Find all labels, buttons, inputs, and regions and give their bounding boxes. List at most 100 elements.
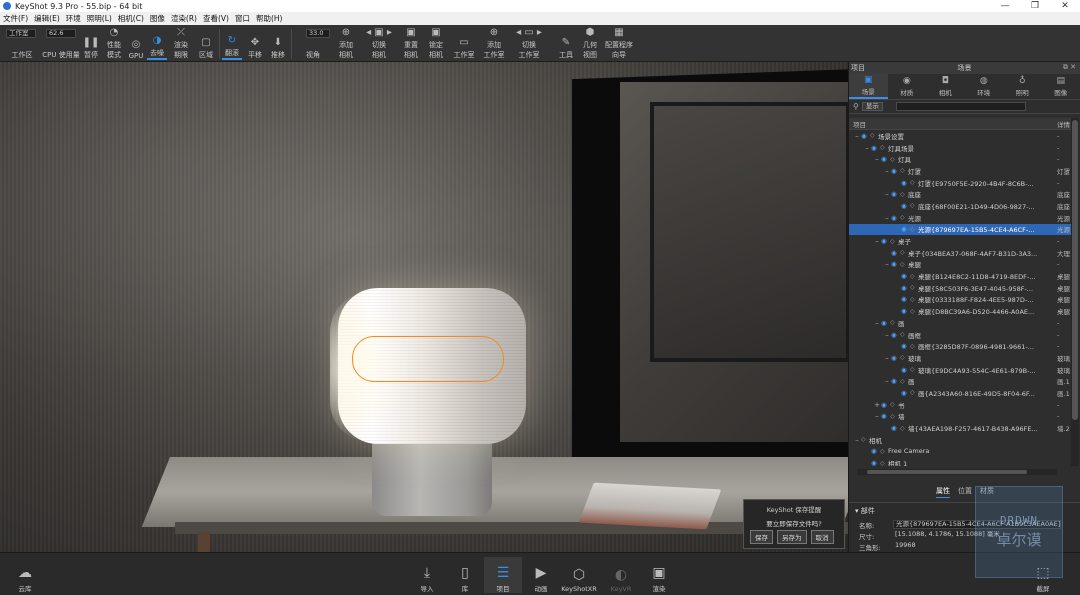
tree-row[interactable]: – ◉ ◇ 玻璃 玻璃: [849, 352, 1071, 364]
menu-window[interactable]: 窗口: [235, 13, 250, 24]
visibility-eye-icon[interactable]: ◉: [881, 319, 890, 327]
expand-toggle-icon[interactable]: –: [883, 167, 891, 175]
visibility-eye-icon[interactable]: ◉: [881, 237, 890, 245]
expand-toggle-icon[interactable]: –: [853, 132, 861, 140]
reset-camera-button[interactable]: ▣ 重置 相机: [400, 28, 422, 60]
import-button[interactable]: ⤓ 导入: [408, 557, 446, 593]
visibility-eye-icon[interactable]: ◉: [901, 307, 910, 315]
render-viewport[interactable]: KeyShot 保存提醒 要立即保存文件吗? 保存 另存为 取消: [0, 62, 848, 552]
performance-mode-button[interactable]: ◔ 性能 模式: [104, 28, 124, 60]
visibility-eye-icon[interactable]: ◉: [901, 342, 910, 350]
tumble-button[interactable]: ↻ 翻滚: [222, 28, 242, 60]
tree-row[interactable]: – ◉ ◇ 画框 -: [849, 329, 1071, 341]
visibility-eye-icon[interactable]: ◉: [891, 260, 900, 268]
expand-toggle-icon[interactable]: –: [883, 377, 891, 385]
tree-row[interactable]: ◉ ◇ 桌腿{58C503F6-3E47-4045-958F-... 桌腿: [849, 282, 1071, 294]
tab-position[interactable]: 位置: [958, 486, 972, 498]
dialog-save-as-button[interactable]: 另存为: [777, 530, 807, 544]
menu-render[interactable]: 渲染(R): [171, 13, 197, 24]
tree-row[interactable]: – ◉ ◇ 墙 -: [849, 411, 1071, 423]
lock-camera-button[interactable]: ▣ 锁定 相机: [425, 28, 447, 60]
visibility-eye-icon[interactable]: ◉: [861, 132, 870, 140]
visibility-eye-icon[interactable]: ◉: [881, 412, 890, 420]
visibility-eye-icon[interactable]: ◉: [891, 331, 900, 339]
tree-row[interactable]: + ◉ ◇ 书 -: [849, 399, 1071, 411]
tree-row[interactable]: ◉ ◇ 桌子{034BEA37-068F-4AF7-B31D-3A3... 大理: [849, 247, 1071, 259]
expand-toggle-icon[interactable]: –: [873, 155, 881, 163]
scroll-thumb[interactable]: [867, 470, 1027, 474]
lamp-base[interactable]: [372, 436, 492, 516]
region-button[interactable]: ▢ 区域: [196, 28, 216, 60]
visibility-eye-icon[interactable]: ◉: [901, 202, 910, 210]
menu-view[interactable]: 查看(V): [203, 13, 229, 24]
tree-row[interactable]: ◉ ◇ 玻璃{E9DC4A93-554C-4E61-879B-... 玻璃: [849, 364, 1071, 376]
expand-toggle-icon[interactable]: –: [883, 260, 891, 268]
expand-toggle-icon[interactable]: –: [883, 214, 891, 222]
denoise-button[interactable]: ◑ 去噪: [147, 28, 167, 60]
scroll-thumb[interactable]: [1072, 120, 1078, 420]
tree-row[interactable]: – ◉ ◇ 灯罩 灯罩: [849, 165, 1071, 177]
expand-toggle-icon[interactable]: –: [863, 144, 871, 152]
menu-file[interactable]: 文件(F): [3, 13, 28, 24]
dialog-save-button[interactable]: 保存: [750, 530, 773, 544]
tree-row[interactable]: ◉ ◇ 墙{43AEA198-F257-4617-B438-A96FE... 墙.2: [849, 422, 1071, 434]
tree-scrollbar-vertical[interactable]: [1071, 118, 1079, 466]
visibility-eye-icon[interactable]: ◉: [901, 179, 910, 187]
visibility-eye-icon[interactable]: ◉: [871, 459, 880, 466]
geometry-view-button[interactable]: ⬢ 几何 视图: [579, 28, 601, 60]
panel-close-icon[interactable]: ⧉ ✕: [1063, 63, 1076, 72]
library-button[interactable]: ▯ 库: [446, 557, 484, 593]
project-button[interactable]: ☰ 项目: [484, 557, 522, 593]
visibility-eye-icon[interactable]: ◉: [891, 424, 900, 432]
picture-inner-frame[interactable]: [650, 102, 848, 362]
tab-material[interactable]: ◉ 材质: [888, 74, 927, 99]
tree-row[interactable]: ◉ ◇ 桌腿{D8BC39A6-D520-4466-A0AE... 桌腿: [849, 305, 1071, 317]
tab-light[interactable]: ♁ 照明: [1003, 74, 1042, 99]
expand-toggle-icon[interactable]: –: [883, 354, 891, 362]
workspace-button[interactable]: 工作区: [8, 28, 36, 60]
tree-row[interactable]: – ◇ 相机: [849, 434, 1071, 446]
restore-button[interactable]: ❐: [1020, 0, 1050, 12]
render-limit-button[interactable]: ⤫ 渲染 期限: [170, 28, 192, 60]
menu-image[interactable]: 图像: [150, 13, 165, 24]
tree-row[interactable]: – ◉ ◇ 场景设置 -: [849, 130, 1071, 142]
menu-help[interactable]: 帮助(H): [256, 13, 283, 24]
add-camera-button[interactable]: ⊕ 添加 相机: [334, 28, 358, 60]
expand-toggle-icon[interactable]: –: [883, 190, 891, 198]
tree-row[interactable]: ◉ ◇ 底座{68F00E21-1D49-4D06-9827-... 底座: [849, 200, 1071, 212]
menu-camera[interactable]: 相机(C): [118, 13, 144, 24]
add-studio-button[interactable]: ⊕ 添加 工作室: [481, 28, 507, 60]
visibility-eye-icon[interactable]: ◉: [901, 272, 910, 280]
tree-row[interactable]: – ◉ ◇ 灯具 -: [849, 153, 1071, 165]
cpu-usage-button[interactable]: CPU 使用量: [42, 28, 80, 60]
table-leg[interactable]: [198, 532, 210, 552]
keyvr-button[interactable]: ◐ KeyVR: [602, 557, 640, 593]
visibility-eye-icon[interactable]: ◉: [891, 167, 900, 175]
visibility-eye-icon[interactable]: ◉: [901, 366, 910, 374]
tree-search-input[interactable]: [895, 102, 1026, 111]
tree-col-item[interactable]: 项目: [853, 119, 866, 129]
visibility-eye-icon[interactable]: ◉: [881, 155, 890, 163]
expand-toggle-icon[interactable]: –: [853, 436, 861, 444]
menu-lighting[interactable]: 照明(L): [87, 13, 112, 24]
tree-row[interactable]: – ◉ ◇ 光源 光源: [849, 212, 1071, 224]
visibility-eye-icon[interactable]: ◉: [891, 190, 900, 198]
animation-button[interactable]: ▶ 动画: [522, 557, 560, 593]
tree-row[interactable]: ◉ ◇ 桌腿{B124E8C2-11D8-4719-8EDF-... 桌腿: [849, 270, 1071, 282]
visibility-eye-icon[interactable]: ◉: [881, 401, 890, 409]
visibility-eye-icon[interactable]: ◉: [891, 377, 900, 385]
tree-row[interactable]: – ◉ ◇ 画 画.1: [849, 375, 1071, 387]
tree-row[interactable]: – ◉ ◇ 画 -: [849, 317, 1071, 329]
tab-camera[interactable]: ◘ 相机: [926, 74, 965, 99]
render-button[interactable]: ▣ 渲染: [640, 557, 678, 593]
visibility-eye-icon[interactable]: ◉: [871, 144, 880, 152]
tree-row[interactable]: ◉ ◇ 灯罩{E9750F5E-2920-4B4F-8C6B-... -: [849, 177, 1071, 189]
tree-scrollbar-horizontal[interactable]: [857, 469, 1057, 475]
display-filter-dropdown[interactable]: 显示: [861, 102, 883, 111]
tab-properties[interactable]: 属性: [936, 486, 950, 498]
tree-row[interactable]: – ◉ ◇ 桌腿 -: [849, 259, 1071, 271]
visibility-eye-icon[interactable]: ◉: [871, 447, 880, 455]
tab-image[interactable]: ▤ 图像: [1042, 74, 1080, 99]
switch-studio-button[interactable]: ◂ ▭ ▸ 切换 工作室: [512, 28, 546, 60]
pan-button[interactable]: ✥ 平移: [245, 28, 265, 60]
